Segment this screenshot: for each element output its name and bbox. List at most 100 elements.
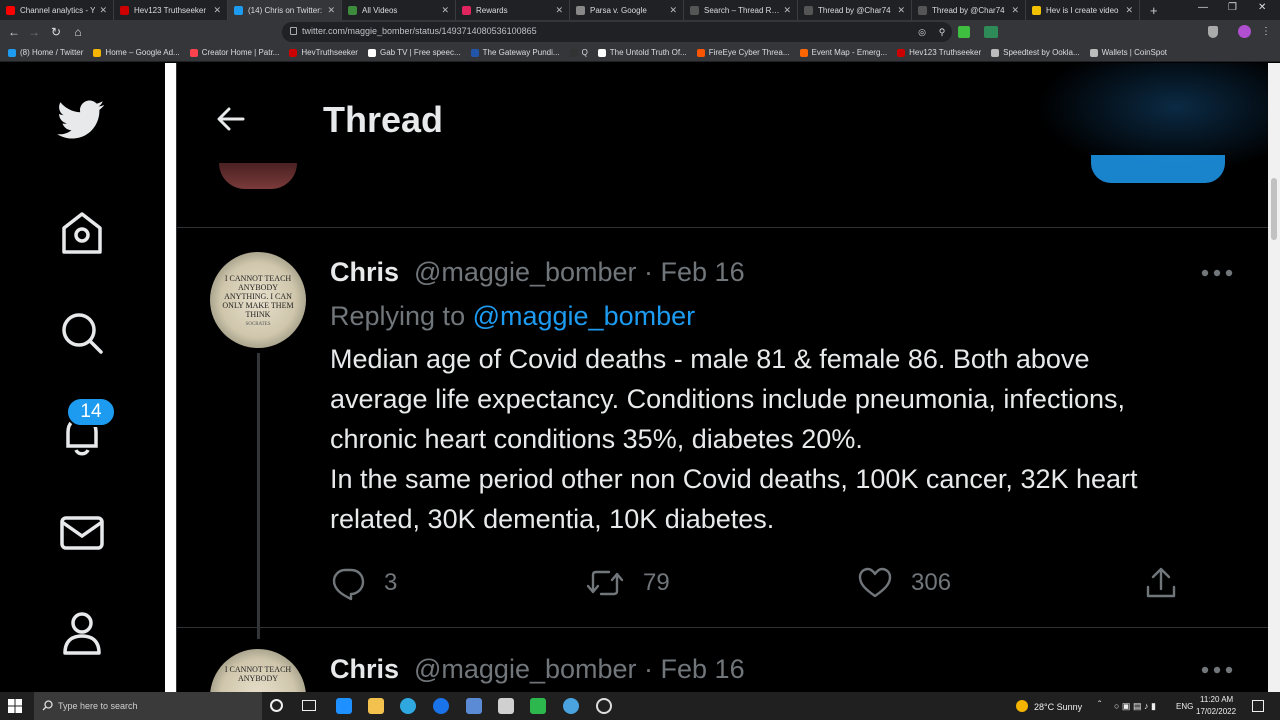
bookmark-item[interactable]: HevTruthseeker bbox=[289, 48, 358, 57]
home-icon[interactable] bbox=[56, 207, 108, 259]
address-bar: ← → ↻ ⌂ twitter.com/maggie_bomber/status… bbox=[0, 20, 1280, 44]
avatar[interactable]: I CANNOT TEACH ANYBODY ANYTHING. I CAN O… bbox=[210, 252, 306, 348]
clock-time[interactable]: 11:20 AM bbox=[1200, 695, 1233, 704]
new-tab-icon[interactable]: + bbox=[1150, 3, 1158, 18]
shield-icon[interactable] bbox=[1208, 26, 1218, 38]
twitter-page: 14 Thread I CANNOT TEACH ANYBODY ANYTHIN… bbox=[0, 63, 1280, 692]
extension-icon[interactable] bbox=[984, 26, 998, 38]
profile-icon[interactable] bbox=[56, 607, 108, 659]
file-explorer-icon[interactable] bbox=[368, 698, 384, 714]
browser-tab[interactable]: Search – Thread Rea ✕ bbox=[684, 0, 798, 20]
extension-icon[interactable] bbox=[958, 26, 970, 38]
bookmark-item[interactable]: The Untold Truth Of... bbox=[597, 48, 687, 57]
tweet[interactable]: I CANNOT TEACH ANYBODY Chris @maggie_bom… bbox=[177, 628, 1269, 692]
tab-label: Search – Thread Rea bbox=[704, 5, 780, 15]
browser-tab[interactable]: Parsa v. Google ✕ bbox=[570, 0, 684, 20]
more-options-icon[interactable] bbox=[1197, 261, 1237, 285]
messages-mail-icon[interactable] bbox=[56, 507, 108, 559]
bookmark-item[interactable]: The Gateway Pundi... bbox=[470, 48, 560, 57]
previous-tweet-avatar[interactable] bbox=[219, 163, 297, 189]
tab-close-icon[interactable]: ✕ bbox=[897, 5, 905, 16]
url-omnibox[interactable]: twitter.com/maggie_bomber/status/1493714… bbox=[282, 22, 952, 42]
tab-close-icon[interactable]: ✕ bbox=[327, 5, 335, 16]
tray-chevron-icon[interactable]: ˆ bbox=[1098, 700, 1101, 711]
author-handle-date[interactable]: @maggie_bomber · Feb 16 bbox=[414, 654, 745, 685]
weather-text[interactable]: 28°C Sunny bbox=[1034, 702, 1082, 712]
profile-avatar[interactable] bbox=[1238, 25, 1251, 38]
menu-icon[interactable]: ⋮ bbox=[1258, 24, 1274, 40]
app-icon[interactable] bbox=[596, 698, 612, 714]
back-nav-icon[interactable]: ← bbox=[6, 24, 22, 40]
browser-tab[interactable]: All Videos ✕ bbox=[342, 0, 456, 20]
twitter-logo-icon[interactable] bbox=[56, 93, 108, 145]
browser-tab[interactable]: Rewards ✕ bbox=[456, 0, 570, 20]
bookmark-item[interactable]: Home – Google Ad... bbox=[93, 48, 180, 57]
author-name[interactable]: Chris bbox=[330, 257, 399, 288]
home-icon[interactable]: ⌂ bbox=[70, 24, 86, 40]
bookmark-item[interactable]: Q bbox=[569, 48, 588, 57]
app-icon[interactable] bbox=[530, 698, 546, 714]
page-gutter bbox=[165, 63, 176, 692]
clock-date[interactable]: 17/02/2022 bbox=[1196, 707, 1236, 716]
bookmark-item[interactable]: FireEye Cyber Threa... bbox=[696, 48, 790, 57]
page-scrollbar[interactable] bbox=[1268, 63, 1280, 692]
reply-button[interactable]: 3 bbox=[330, 565, 397, 601]
restore-icon[interactable]: ❐ bbox=[1228, 2, 1237, 13]
tab-close-icon[interactable]: ✕ bbox=[1011, 5, 1019, 16]
browser-tab[interactable]: Thread by @Char74 ✕ bbox=[798, 0, 912, 20]
tray-icons[interactable]: ○ ▣ ▤ ♪ ▮ bbox=[1114, 701, 1156, 712]
cortana-icon[interactable] bbox=[270, 699, 283, 712]
notification-center-icon[interactable] bbox=[1252, 700, 1264, 712]
replying-to-mention-link[interactable]: @maggie_bomber bbox=[473, 301, 696, 331]
retweet-button[interactable]: 79 bbox=[585, 565, 670, 601]
bookmark-item[interactable]: Event Map - Emerg... bbox=[799, 48, 887, 57]
bookmark-item[interactable]: Wallets | CoinSpot bbox=[1089, 48, 1167, 57]
language-indicator[interactable]: ENG bbox=[1176, 702, 1193, 711]
share-icon[interactable] bbox=[1143, 565, 1179, 601]
chrome-icon[interactable] bbox=[563, 698, 579, 714]
avatar[interactable]: I CANNOT TEACH ANYBODY bbox=[210, 649, 306, 692]
bookmark-item[interactable]: Hev123 Truthseeker bbox=[897, 48, 981, 57]
author-name[interactable]: Chris bbox=[330, 654, 399, 685]
edge-icon[interactable] bbox=[400, 698, 416, 714]
reload-icon[interactable]: ↻ bbox=[48, 24, 64, 40]
back-arrow-icon[interactable] bbox=[215, 103, 247, 135]
tab-close-icon[interactable]: ✕ bbox=[783, 5, 791, 16]
tab-close-icon[interactable]: ✕ bbox=[1125, 5, 1133, 16]
browser-tab[interactable]: (14) Chris on Twitter: ✕ bbox=[228, 0, 342, 20]
bookmark-item[interactable]: Gab TV | Free speec... bbox=[367, 48, 461, 57]
scrollbar-thumb[interactable] bbox=[1271, 178, 1277, 240]
app-icon[interactable] bbox=[336, 698, 352, 714]
browser-tab[interactable]: Hev123 Truthseeker ✕ bbox=[114, 0, 228, 20]
app-icon[interactable] bbox=[466, 698, 482, 714]
close-window-icon[interactable]: ✕ bbox=[1258, 2, 1266, 13]
bookmark-item[interactable]: (8) Home / Twitter bbox=[8, 48, 83, 57]
task-view-icon[interactable] bbox=[302, 700, 316, 711]
ie-icon[interactable] bbox=[433, 698, 449, 714]
tab-close-icon[interactable]: ✕ bbox=[441, 5, 449, 16]
more-options-icon[interactable] bbox=[1197, 658, 1237, 682]
tab-close-icon[interactable]: ✕ bbox=[213, 5, 221, 16]
weather-sun-icon[interactable] bbox=[1016, 700, 1028, 712]
previous-tweet-button[interactable] bbox=[1091, 155, 1225, 183]
author-handle-date[interactable]: @maggie_bomber · Feb 16 bbox=[414, 257, 745, 288]
bookmark-item[interactable]: Speedtest by Ookla... bbox=[991, 48, 1080, 57]
tweet[interactable]: I CANNOT TEACH ANYBODY ANYTHING. I CAN O… bbox=[177, 229, 1269, 689]
browser-tab[interactable]: Thread by @Char74 ✕ bbox=[912, 0, 1026, 20]
tab-close-icon[interactable]: ✕ bbox=[555, 5, 563, 16]
browser-tab[interactable]: Channel analytics - Y ✕ bbox=[0, 0, 114, 20]
bookmark-favicon-icon bbox=[289, 48, 298, 57]
browser-tab[interactable]: Hev is I create video ✕ bbox=[1026, 0, 1140, 20]
tab-close-icon[interactable]: ✕ bbox=[99, 5, 107, 16]
explore-search-icon[interactable] bbox=[56, 307, 108, 359]
windows-start-icon[interactable] bbox=[8, 699, 22, 713]
minimize-icon[interactable]: — bbox=[1198, 2, 1208, 13]
app-icon[interactable] bbox=[498, 698, 514, 714]
zoom-icon[interactable]: ⚲ bbox=[934, 24, 950, 40]
location-icon[interactable]: ◎ bbox=[914, 24, 930, 40]
tab-close-icon[interactable]: ✕ bbox=[669, 5, 677, 16]
forward-nav-icon[interactable]: → bbox=[26, 24, 42, 40]
bookmark-item[interactable]: Creator Home | Patr... bbox=[189, 48, 279, 57]
taskbar-search-box[interactable]: Type here to search bbox=[34, 692, 262, 720]
like-button[interactable]: 306 bbox=[857, 565, 951, 601]
